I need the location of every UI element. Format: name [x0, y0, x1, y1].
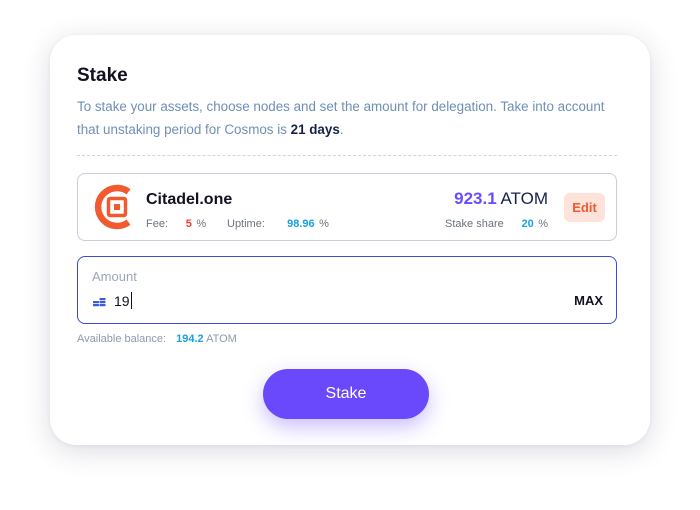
uptime-value: 98.96 — [287, 218, 315, 230]
fee-row: Fee: 5 % — [146, 214, 206, 232]
citadel-logo-icon — [92, 182, 142, 232]
node-name: Citadel.one — [146, 191, 233, 208]
amount-input-field[interactable]: Amount 19 MAX — [77, 256, 617, 324]
staked-amount-unit: ATOM — [500, 189, 548, 208]
edit-button[interactable]: Edit — [564, 193, 605, 222]
uptime-unit: % — [319, 218, 329, 230]
coin-stack-icon — [93, 295, 106, 307]
stake-share-unit: % — [538, 218, 548, 230]
description-end: . — [339, 122, 344, 137]
max-button[interactable]: MAX — [574, 293, 603, 308]
amount-input[interactable]: 19 — [114, 292, 132, 309]
text-caret — [130, 292, 132, 309]
fee-label: Fee: — [146, 218, 169, 230]
balance-value: 194.2 — [176, 333, 204, 345]
stake-button[interactable]: Stake — [263, 369, 429, 419]
stake-description: To stake your assets, choose nodes and s… — [77, 95, 622, 141]
fee-unit: % — [196, 218, 207, 230]
stake-share-label: Stake share — [445, 218, 504, 230]
divider — [77, 155, 617, 156]
stake-share-value: 20 — [521, 218, 534, 230]
available-balance: Available balance: 194.2 ATOM — [77, 333, 237, 345]
uptime-row: Uptime: 98.96 % — [227, 214, 329, 232]
fee-value: 5 — [185, 218, 192, 230]
staked-amount-value: 923.1 — [454, 189, 497, 208]
balance-label: Available balance: — [77, 333, 167, 345]
balance-unit: ATOM — [206, 333, 237, 345]
selected-node-card[interactable]: Citadel.one Fee: 5 % Uptime: 98.96 % 923… — [77, 173, 617, 241]
amount-label: Amount — [92, 269, 137, 284]
stake-share-row: Stake share 20 % — [445, 214, 548, 232]
unstaking-period: 21 days — [290, 122, 340, 137]
node-staked-amount: 923.1 ATOM — [454, 189, 548, 209]
amount-value: 19 — [114, 292, 130, 309]
uptime-label: Uptime: — [227, 218, 265, 230]
card-title: Stake — [77, 65, 128, 86]
stake-card: Stake To stake your assets, choose nodes… — [50, 35, 650, 445]
